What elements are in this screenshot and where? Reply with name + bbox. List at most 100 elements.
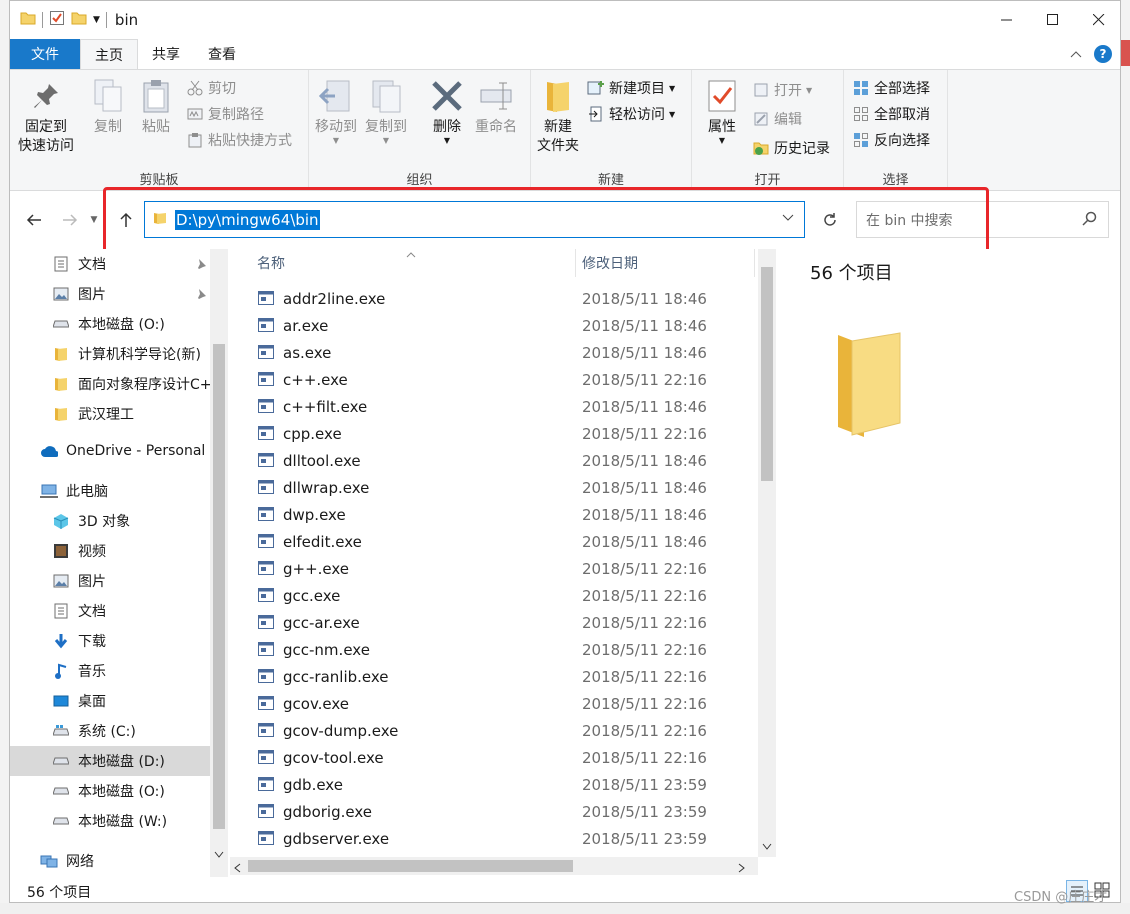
file-list-vertical-scrollbar[interactable]: [758, 249, 776, 857]
select-all-button[interactable]: 全部选择: [852, 76, 930, 100]
select-all-icon: [852, 79, 870, 97]
file-row[interactable]: dlltool.exe 2018/5/11 18:46: [230, 448, 760, 475]
new-item-button[interactable]: 新建项目 ▼: [587, 76, 675, 100]
file-date: 2018/5/11 22:16: [582, 722, 707, 740]
properties-icon[interactable]: [49, 10, 65, 30]
delete-button[interactable]: 删除 ▼: [429, 76, 465, 145]
nav-item-desktop[interactable]: 桌面: [10, 686, 210, 716]
copy-to-button[interactable]: 复制到 ▼: [365, 76, 407, 145]
file-row[interactable]: gdbserver.exe 2018/5/11 23:59: [230, 826, 760, 853]
column-divider[interactable]: [754, 249, 755, 277]
nav-item-drive-c[interactable]: 系统 (C:): [10, 716, 210, 746]
nav-item-pictures-pinned[interactable]: 图片: [10, 279, 210, 309]
search-icon[interactable]: [1082, 211, 1098, 231]
move-to-button[interactable]: 移动到 ▼: [315, 76, 357, 145]
paste-button[interactable]: 粘贴: [138, 76, 174, 137]
nav-item-this-pc[interactable]: 此电脑: [10, 476, 210, 506]
help-icon[interactable]: ?: [1094, 45, 1112, 63]
properties-button[interactable]: 属性 ▼: [704, 76, 740, 145]
nav-item-network[interactable]: 网络: [10, 846, 210, 876]
delete-x-icon: [429, 76, 465, 116]
file-row[interactable]: g++.exe 2018/5/11 22:16: [230, 556, 760, 583]
scroll-down-icon[interactable]: [762, 839, 772, 855]
vertical-scrollbar-thumb[interactable]: [761, 267, 773, 481]
easy-access-button[interactable]: 轻松访问 ▼: [587, 102, 675, 126]
paste-shortcut-button[interactable]: 粘贴快捷方式: [186, 128, 292, 152]
file-row[interactable]: cpp.exe 2018/5/11 22:16: [230, 421, 760, 448]
scroll-left-icon[interactable]: [234, 861, 242, 877]
open-button[interactable]: 打开 ▼: [752, 78, 812, 102]
nav-item-folder[interactable]: 面向对象程序设计C++: [10, 369, 210, 399]
nav-item-music[interactable]: 音乐: [10, 656, 210, 686]
nav-item-folder[interactable]: 计算机科学导论(新): [10, 339, 210, 369]
forward-button[interactable]: [58, 208, 82, 232]
tab-share[interactable]: 共享: [138, 39, 194, 69]
file-row[interactable]: gcov.exe 2018/5/11 22:16: [230, 691, 760, 718]
copy-path-button[interactable]: 复制路径: [186, 102, 264, 126]
file-row[interactable]: gcc.exe 2018/5/11 22:16: [230, 583, 760, 610]
file-row[interactable]: dllwrap.exe 2018/5/11 18:46: [230, 475, 760, 502]
column-name[interactable]: 名称: [257, 253, 285, 273]
copy-button[interactable]: 复制: [90, 76, 126, 137]
file-date: 2018/5/11 22:16: [582, 587, 707, 605]
paste-shortcut-icon: [186, 131, 204, 149]
file-row[interactable]: c++filt.exe 2018/5/11 18:46: [230, 394, 760, 421]
invert-selection-button[interactable]: 反向选择: [852, 128, 930, 152]
file-name: dllwrap.exe: [283, 479, 370, 497]
nav-scrollbar[interactable]: [210, 249, 228, 877]
nav-scrollbar-thumb[interactable]: [213, 344, 225, 829]
back-button[interactable]: [22, 208, 46, 232]
select-none-button[interactable]: 全部取消: [852, 102, 930, 126]
tab-home[interactable]: 主页: [80, 39, 138, 69]
cut-button[interactable]: 剪切: [186, 76, 236, 100]
tab-file[interactable]: 文件: [10, 39, 80, 69]
nav-item-3d-objects[interactable]: 3D 对象: [10, 506, 210, 536]
collapse-ribbon-icon[interactable]: [1070, 46, 1082, 62]
file-row[interactable]: gcc-ar.exe 2018/5/11 22:16: [230, 610, 760, 637]
file-row[interactable]: c++.exe 2018/5/11 22:16: [230, 367, 760, 394]
nav-item-onedrive[interactable]: OneDrive - Personal: [10, 436, 210, 466]
rename-button[interactable]: 重命名: [475, 76, 517, 137]
nav-item-documents[interactable]: 文档: [10, 596, 210, 626]
file-row[interactable]: gdborig.exe 2018/5/11 23:59: [230, 799, 760, 826]
nav-item-folder[interactable]: 武汉理工: [10, 399, 210, 429]
minimize-button[interactable]: [984, 1, 1030, 39]
customize-dropdown-icon[interactable]: ▼: [93, 15, 100, 25]
file-list-horizontal-scrollbar[interactable]: [230, 857, 758, 875]
exe-icon: [258, 642, 274, 660]
new-folder-icon[interactable]: [71, 11, 87, 29]
new-folder-button[interactable]: 新建 文件夹: [537, 76, 579, 156]
nav-item-downloads[interactable]: 下载: [10, 626, 210, 656]
file-row[interactable]: addr2line.exe 2018/5/11 18:46: [230, 286, 760, 313]
file-row[interactable]: elfedit.exe 2018/5/11 18:46: [230, 529, 760, 556]
file-row[interactable]: dwp.exe 2018/5/11 18:46: [230, 502, 760, 529]
nav-item-documents-pinned[interactable]: 文档: [10, 249, 210, 279]
file-row[interactable]: gdb.exe 2018/5/11 23:59: [230, 772, 760, 799]
horizontal-scrollbar-thumb[interactable]: [248, 860, 573, 872]
nav-item-drive-w[interactable]: 本地磁盘 (W:): [10, 806, 210, 836]
nav-item-pictures[interactable]: 图片: [10, 566, 210, 596]
column-date[interactable]: 修改日期: [582, 253, 638, 273]
nav-item-drive-d[interactable]: 本地磁盘 (D:): [10, 746, 210, 776]
file-row[interactable]: gcov-tool.exe 2018/5/11 22:16: [230, 745, 760, 772]
nav-item-videos[interactable]: 视频: [10, 536, 210, 566]
history-button[interactable]: 历史记录: [752, 136, 830, 160]
file-row[interactable]: ar.exe 2018/5/11 18:46: [230, 313, 760, 340]
file-row[interactable]: gcc-nm.exe 2018/5/11 22:16: [230, 637, 760, 664]
file-row[interactable]: gcov-dump.exe 2018/5/11 22:16: [230, 718, 760, 745]
edit-button[interactable]: 编辑: [752, 107, 802, 131]
nav-item-drive-o[interactable]: 本地磁盘 (O:): [10, 776, 210, 806]
scroll-down-icon[interactable]: [214, 851, 224, 862]
close-button[interactable]: [1076, 1, 1120, 39]
nav-item-drive-o[interactable]: 本地磁盘 (O:): [10, 309, 210, 339]
scroll-right-icon[interactable]: [738, 861, 746, 877]
pin-quick-access-button[interactable]: 固定到 快速访问: [18, 76, 74, 156]
dropdown-arrow-icon: ▼: [443, 136, 451, 145]
tab-view[interactable]: 查看: [194, 39, 250, 69]
column-divider[interactable]: [575, 249, 576, 277]
maximize-button[interactable]: [1030, 1, 1076, 39]
new-folder-icon: [540, 76, 576, 116]
file-row[interactable]: as.exe 2018/5/11 18:46: [230, 340, 760, 367]
file-row[interactable]: gcc-ranlib.exe 2018/5/11 22:16: [230, 664, 760, 691]
file-name: elfedit.exe: [283, 533, 362, 551]
